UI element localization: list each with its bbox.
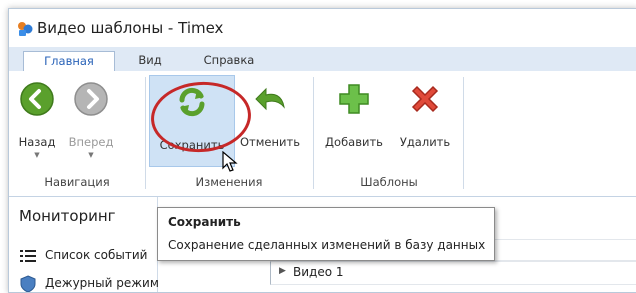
monitoring-panel: Мониторинг Список событий Дежурный режим: [9, 197, 159, 292]
group-label-templates: Шаблоны: [360, 175, 418, 189]
app-logo-icon: [18, 22, 33, 36]
tab-help[interactable]: Справка: [189, 51, 269, 71]
tab-view[interactable]: Вид: [125, 51, 175, 71]
nav-item-label: Список событий: [45, 248, 148, 262]
row-label: Видео 1: [293, 265, 344, 279]
list-icon: [20, 250, 36, 262]
shield-icon: [20, 275, 36, 292]
tooltip-text: Сохранение сделанных изменений в базу да…: [168, 238, 486, 252]
tab-home[interactable]: Главная: [23, 51, 115, 73]
ribbon-tabs: Главная Вид Справка: [9, 47, 636, 73]
group-label-changes: Изменения: [195, 175, 263, 189]
nav-item-label: Дежурный режим: [45, 276, 159, 290]
forward-dropdown-caret-icon: ▼: [88, 151, 94, 159]
ribbon: Назад ▼ Вперед ▼ Навигация Сохранить Отм…: [9, 71, 636, 197]
delete-template-button[interactable]: Удалить: [393, 73, 457, 169]
forward-label: Вперед: [68, 135, 114, 149]
save-tooltip: Сохранить Сохранение сделанных изменений…: [157, 207, 495, 261]
back-button[interactable]: Назад ▼: [13, 73, 61, 169]
forward-arrow-icon: [74, 82, 108, 116]
back-dropdown-caret-icon: ▼: [34, 151, 40, 159]
delete-label: Удалить: [399, 135, 451, 149]
cancel-label: Отменить: [240, 135, 300, 149]
tooltip-title: Сохранить: [168, 215, 241, 229]
group-separator: [145, 77, 146, 189]
mouse-cursor-icon: [222, 151, 238, 172]
undo-arrow-icon: [255, 87, 285, 111]
app-window: Видео шаблоны - Timex Главная Вид Справк…: [8, 8, 636, 293]
expand-arrow-icon[interactable]: ▶: [279, 266, 286, 276]
group-label-navigation: Навигация: [44, 175, 110, 189]
group-separator: [463, 77, 464, 189]
forward-button[interactable]: Вперед ▼: [63, 73, 119, 169]
group-separator: [313, 77, 314, 189]
delete-x-icon: [411, 85, 439, 113]
window-title: Видео шаблоны - Timex: [37, 19, 224, 37]
back-arrow-icon: [20, 82, 54, 116]
add-plus-icon: [339, 84, 369, 114]
table-row[interactable]: ▶ Видео 1: [270, 261, 636, 285]
add-template-button[interactable]: Добавить: [319, 73, 389, 169]
back-label: Назад: [18, 135, 56, 149]
title-bar: Видео шаблоны - Timex: [9, 9, 636, 47]
add-label: Добавить: [325, 135, 383, 149]
panel-title: Мониторинг: [19, 207, 116, 225]
